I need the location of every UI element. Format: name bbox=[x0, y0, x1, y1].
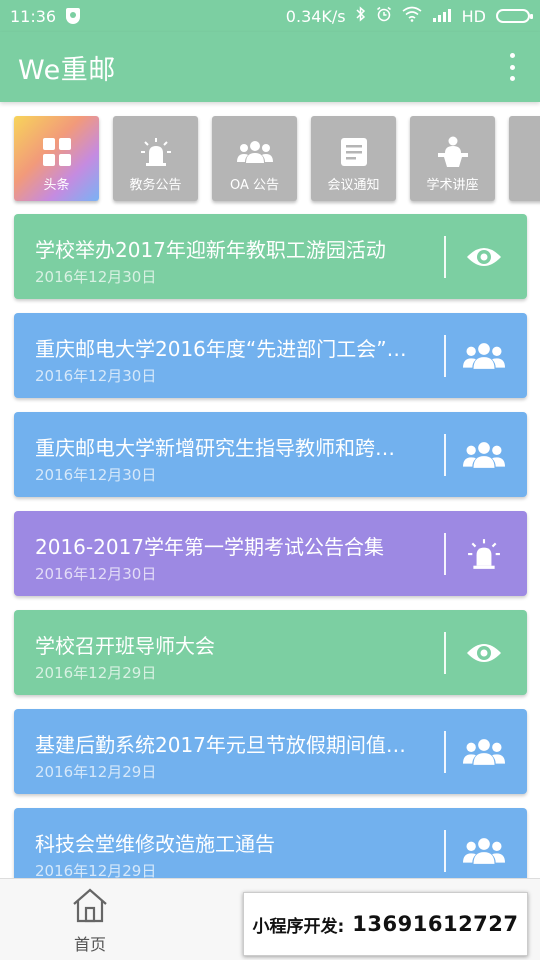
eye-icon bbox=[461, 236, 507, 278]
divider bbox=[444, 335, 446, 377]
siren-icon bbox=[140, 136, 172, 168]
group-icon bbox=[461, 434, 507, 476]
grid-icon bbox=[42, 136, 72, 168]
tab-label: 教务公告 bbox=[129, 178, 182, 193]
news-card[interactable]: 2016-2017学年第一学期考试公告合集 2016年12月30日 bbox=[14, 511, 527, 596]
news-list: 学校举办2017年迎新年教职工游园活动 2016年12月30日 重庆邮电大学20… bbox=[14, 214, 527, 907]
tab-label: 学术讲座 bbox=[426, 178, 479, 193]
divider bbox=[444, 533, 446, 575]
news-title: 重庆邮电大学新增研究生指导教师和跨… bbox=[35, 436, 395, 460]
news-date: 2016年12月30日 bbox=[35, 565, 157, 583]
news-title: 基建后勤系统2017年元旦节放假期间值… bbox=[35, 733, 406, 757]
chevron-icon bbox=[537, 136, 540, 168]
group-icon bbox=[461, 335, 507, 377]
news-card[interactable]: 重庆邮电大学新增研究生指导教师和跨… 2016年12月30日 bbox=[14, 412, 527, 497]
wifi-icon bbox=[402, 6, 422, 26]
news-title: 学校召开班导师大会 bbox=[35, 634, 215, 658]
news-title: 科技会堂维修改造施工通告 bbox=[35, 832, 275, 856]
status-time: 11:36 bbox=[10, 6, 57, 26]
news-date: 2016年12月29日 bbox=[35, 664, 157, 682]
promo-banner: 小程序开发: 13691612727 bbox=[243, 892, 528, 956]
tab-meeting-notices[interactable]: 会议通知 bbox=[311, 116, 396, 201]
signal-icon bbox=[432, 7, 452, 26]
app-title: We重邮 bbox=[18, 54, 116, 86]
network-type: HD bbox=[461, 6, 486, 26]
tab-lectures[interactable]: 学术讲座 bbox=[410, 116, 495, 201]
nav-home[interactable]: 首页 bbox=[60, 887, 120, 955]
tab-comprehensive[interactable]: 综 bbox=[509, 116, 540, 201]
divider bbox=[444, 830, 446, 872]
news-date: 2016年12月30日 bbox=[35, 268, 157, 286]
bluetooth-icon bbox=[356, 6, 366, 26]
news-card[interactable]: 学校召开班导师大会 2016年12月29日 bbox=[14, 610, 527, 695]
nav-home-label: 首页 bbox=[73, 935, 106, 954]
news-card[interactable]: 基建后勤系统2017年元旦节放假期间值… 2016年12月29日 bbox=[14, 709, 527, 794]
tab-label: 会议通知 bbox=[327, 178, 380, 193]
document-icon bbox=[340, 136, 368, 168]
siren-icon bbox=[461, 533, 507, 575]
eye-icon bbox=[461, 632, 507, 674]
tab-headlines[interactable]: 头条 bbox=[14, 116, 99, 201]
news-card[interactable]: 重庆邮电大学2016年度“先进部门工会”… 2016年12月30日 bbox=[14, 313, 527, 398]
group-icon bbox=[461, 830, 507, 872]
promo-phone: 13691612727 bbox=[352, 912, 519, 936]
podium-icon bbox=[436, 136, 470, 168]
group-icon bbox=[236, 136, 273, 168]
news-title: 重庆邮电大学2016年度“先进部门工会”… bbox=[35, 337, 407, 361]
tab-academic-notices[interactable]: 教务公告 bbox=[113, 116, 198, 201]
more-vert-icon[interactable] bbox=[502, 49, 522, 85]
tab-oa-notices[interactable]: OA 公告 bbox=[212, 116, 297, 201]
tab-label: OA 公告 bbox=[229, 178, 280, 193]
shield-icon bbox=[66, 8, 81, 24]
divider bbox=[444, 632, 446, 674]
news-date: 2016年12月30日 bbox=[35, 466, 157, 484]
app-bar: We重邮 bbox=[0, 32, 540, 102]
news-date: 2016年12月29日 bbox=[35, 763, 157, 781]
news-date: 2016年12月30日 bbox=[35, 367, 157, 385]
divider bbox=[444, 434, 446, 476]
divider bbox=[444, 731, 446, 773]
battery-icon bbox=[496, 9, 533, 23]
news-title: 学校举办2017年迎新年教职工游园活动 bbox=[35, 238, 386, 262]
home-icon bbox=[71, 887, 109, 927]
status-bar: 11:36 0.34K/s HD bbox=[0, 0, 540, 32]
news-title: 2016-2017学年第一学期考试公告合集 bbox=[35, 535, 385, 559]
alarm-icon bbox=[376, 6, 392, 26]
divider bbox=[444, 236, 446, 278]
promo-label: 小程序开发: bbox=[252, 916, 345, 937]
news-card[interactable]: 学校举办2017年迎新年教职工游园活动 2016年12月30日 bbox=[14, 214, 527, 299]
network-speed: 0.34K/s bbox=[285, 6, 346, 26]
tab-label: 头条 bbox=[43, 178, 70, 193]
category-tabs: 头条 教务公告 OA 公告 会议通知 学术讲座 综 bbox=[0, 102, 540, 212]
group-icon bbox=[461, 731, 507, 773]
